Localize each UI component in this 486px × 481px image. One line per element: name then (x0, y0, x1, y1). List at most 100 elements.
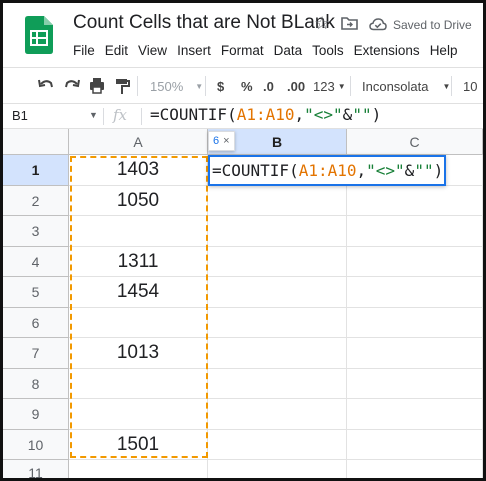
cell-a4[interactable]: 1311 (69, 247, 208, 277)
cell-b5[interactable] (208, 277, 347, 308)
cell-b1-editor[interactable]: =COUNTIF(A1:A10,"<>"&"") (208, 155, 446, 186)
cell-a6[interactable] (69, 308, 208, 338)
cloud-saved-icon[interactable] (369, 17, 387, 31)
formula-string: "" (414, 161, 434, 180)
cell-b6[interactable] (208, 308, 347, 338)
more-formats-button[interactable]: 123 ▼ (313, 68, 346, 104)
cell-b3[interactable] (208, 216, 347, 247)
cell-a9[interactable] (69, 399, 208, 430)
font-name: Inconsolata (362, 78, 429, 94)
redo-icon[interactable] (63, 68, 81, 104)
formula-range: A1:A10 (298, 161, 357, 180)
cell-a8[interactable] (69, 369, 208, 399)
increase-decimal-button[interactable]: .00 (287, 68, 305, 104)
formula-string: "<>" (304, 105, 343, 124)
cell-a11[interactable] (69, 460, 208, 478)
chevron-down-icon: ▼ (442, 81, 451, 91)
formula-ampersand: & (404, 161, 415, 180)
cell-a2[interactable]: 1050 (69, 186, 208, 216)
cell-b8[interactable] (208, 369, 347, 399)
formula-comma: , (356, 161, 367, 180)
select-all-corner[interactable] (3, 129, 69, 155)
formula-input[interactable]: =COUNTIF(A1:A10,"<>"&"") (150, 105, 381, 124)
menu-file[interactable]: File (69, 41, 99, 60)
row-header-8[interactable]: 8 (3, 369, 69, 399)
cell-c9[interactable] (347, 399, 483, 430)
zoom-value: 150% (150, 78, 184, 94)
menu-view[interactable]: View (134, 41, 171, 60)
font-select[interactable]: Inconsolata ▼ (362, 68, 450, 104)
formula-close: ) (433, 161, 444, 180)
row-header-10[interactable]: 10 (3, 430, 69, 460)
formula-separator (141, 108, 142, 125)
column-header-a[interactable]: A (69, 129, 208, 155)
menu-insert[interactable]: Insert (173, 41, 215, 60)
column-header-c[interactable]: C (347, 129, 483, 155)
formula-function: =COUNTIF( (212, 161, 299, 180)
paint-format-icon[interactable] (114, 68, 130, 104)
formula-ampersand: & (342, 105, 353, 124)
title-bar: Count Cells that are Not BLank ☆ Saved t… (3, 3, 483, 65)
cell-formula-input[interactable]: =COUNTIF(A1:A10,"<>"&"") (212, 161, 443, 180)
formula-close: ) (371, 105, 382, 124)
print-icon[interactable] (88, 68, 106, 104)
name-box[interactable]: B1 (12, 108, 28, 123)
cell-c2[interactable] (347, 186, 483, 216)
toolbar-separator (451, 76, 452, 96)
row-header-2[interactable]: 2 (3, 186, 69, 216)
row-header-7[interactable]: 7 (3, 338, 69, 369)
chevron-down-icon[interactable]: ▼ (89, 110, 98, 120)
menu-help[interactable]: Help (426, 41, 462, 60)
menu-edit[interactable]: Edit (101, 41, 132, 60)
cell-a3[interactable] (69, 216, 208, 247)
star-icon[interactable]: ☆ (314, 13, 330, 34)
row-header-4[interactable]: 4 (3, 247, 69, 277)
cell-c4[interactable] (347, 247, 483, 277)
menu-data[interactable]: Data (270, 41, 307, 60)
cell-b4[interactable] (208, 247, 347, 277)
cell-c3[interactable] (347, 216, 483, 247)
cell-b7[interactable] (208, 338, 347, 369)
toolbar: 150% ▼ $ % .0 .00 123 ▼ Inconsolata ▼ 10 (3, 67, 483, 103)
menu-extensions[interactable]: Extensions (350, 41, 424, 60)
document-title[interactable]: Count Cells that are Not BLank (73, 12, 335, 34)
percent-button[interactable]: % (241, 68, 253, 104)
row-header-9[interactable]: 9 (3, 399, 69, 430)
cell-c7[interactable] (347, 338, 483, 369)
cell-a10[interactable]: 1501 (69, 430, 208, 460)
currency-button[interactable]: $ (217, 68, 224, 104)
undo-icon[interactable] (37, 68, 55, 104)
row-header-11[interactable]: 11 (3, 460, 69, 478)
row-header-5[interactable]: 5 (3, 277, 69, 308)
row-header-3[interactable]: 3 (3, 216, 69, 247)
decrease-decimal-button[interactable]: .0 (263, 68, 274, 104)
cell-c11[interactable] (347, 460, 483, 478)
result-value: 6 (213, 135, 220, 147)
zoom-select[interactable]: 150% ▼ (150, 68, 203, 104)
cell-c8[interactable] (347, 369, 483, 399)
menu-format[interactable]: Format (217, 41, 268, 60)
cell-b11[interactable] (208, 460, 347, 478)
cell-a7[interactable]: 1013 (69, 338, 208, 369)
menu-tools[interactable]: Tools (308, 41, 348, 60)
sheets-logo-icon[interactable] (25, 16, 53, 54)
move-to-folder-icon[interactable] (341, 16, 358, 30)
toolbar-separator (350, 76, 351, 96)
menu-bar: File Edit View Insert Format Data Tools … (69, 41, 463, 60)
cell-a1[interactable]: 1403 (69, 155, 208, 186)
formula-bar: B1 ▼ fx =COUNTIF(A1:A10,"<>"&"") (3, 103, 483, 129)
cell-b10[interactable] (208, 430, 347, 460)
font-size-input[interactable]: 10 (463, 68, 477, 104)
cell-a5[interactable]: 1454 (69, 277, 208, 308)
close-icon[interactable]: × (223, 135, 229, 147)
window-frame: Count Cells that are Not BLank ☆ Saved t… (0, 0, 486, 481)
sheet-grid: A B C 1 2 3 4 5 6 7 8 9 10 11 1403 1050 … (3, 129, 483, 478)
cell-b9[interactable] (208, 399, 347, 430)
cell-b2[interactable] (208, 186, 347, 216)
row-header-6[interactable]: 6 (3, 308, 69, 338)
formula-function: =COUNTIF( (150, 105, 237, 124)
cell-c10[interactable] (347, 430, 483, 460)
row-header-1[interactable]: 1 (3, 155, 69, 186)
cell-c5[interactable] (347, 277, 483, 308)
cell-c6[interactable] (347, 308, 483, 338)
